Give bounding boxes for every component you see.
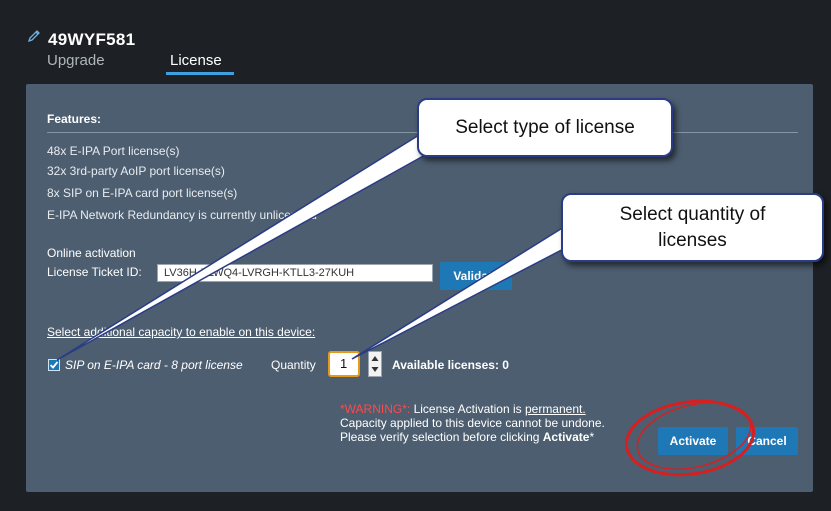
dialog-header: 49WYF581 Upgrade License — [0, 0, 831, 76]
tab-upgrade[interactable]: Upgrade — [47, 52, 105, 69]
callout-line: licenses — [658, 229, 727, 251]
warning-text: License Activation is — [410, 402, 525, 416]
feature-item: 8x SIP on E-IPA card port license(s) — [47, 186, 238, 200]
quantity-stepper[interactable] — [368, 351, 382, 377]
warning-text: Please verify selection before clicking — [340, 430, 543, 444]
checkmark-icon — [49, 361, 59, 369]
quantity-label: Quantity — [271, 358, 316, 372]
device-title: 49WYF581 — [48, 30, 136, 49]
ticket-id-label: License Ticket ID: — [47, 265, 142, 279]
cancel-button[interactable]: Cancel — [736, 427, 798, 455]
feature-item: 48x E-IPA Port license(s) — [47, 144, 180, 158]
warning-line: Capacity applied to this device cannot b… — [340, 416, 605, 430]
warning-text: * — [589, 430, 595, 444]
feature-item: E-IPA Network Redundancy is currently un… — [47, 208, 317, 222]
available-licenses: Available licenses: 0 — [392, 358, 509, 372]
quantity-input[interactable]: 1 — [328, 351, 360, 377]
callout-line: Select quantity of — [619, 203, 766, 225]
feature-item: 32x 3rd-party AoIP port license(s) — [47, 164, 225, 178]
warning-emphasis: permanent. — [524, 402, 586, 416]
callout-quantity: Select quantity of licenses — [561, 193, 824, 262]
online-activation-title: Online activation — [47, 246, 136, 260]
warning-tag: *WARNING*: — [340, 402, 411, 416]
callout-license-type: Select type of license — [417, 98, 673, 157]
additional-capacity-title: Select additional capacity to enable on … — [47, 325, 316, 339]
license-checkbox[interactable] — [48, 359, 60, 371]
validate-button[interactable]: Validate — [440, 262, 512, 290]
active-tab-indicator — [166, 72, 234, 75]
pencil-icon[interactable] — [26, 28, 42, 44]
features-title: Features: — [47, 112, 102, 126]
warning-emphasis: Activate — [542, 430, 590, 444]
license-option-label[interactable]: SIP on E-IPA card - 8 port license — [65, 358, 243, 372]
ticket-id-input[interactable] — [157, 264, 433, 282]
warning-message: *WARNING*: License Activation is permane… — [340, 402, 605, 444]
tab-license[interactable]: License — [170, 52, 222, 69]
activate-button[interactable]: Activate — [658, 427, 728, 455]
